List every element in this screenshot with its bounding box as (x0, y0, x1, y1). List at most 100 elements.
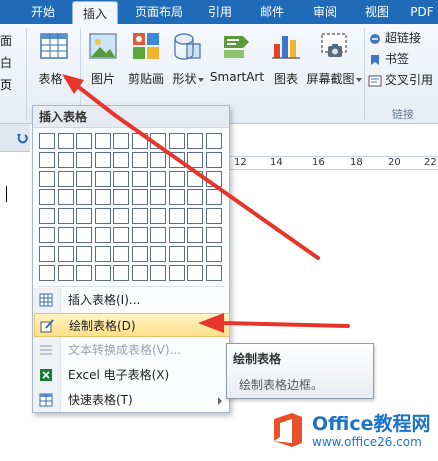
grid-cell[interactable] (168, 227, 185, 243)
tab-page-layout[interactable]: 页面布局 (128, 0, 190, 24)
left-edge-item[interactable]: 面 (0, 30, 20, 52)
grid-cell[interactable] (76, 189, 92, 206)
grid-cell[interactable] (57, 245, 74, 262)
grid-cell[interactable] (39, 189, 55, 206)
grid-cell[interactable] (57, 151, 74, 168)
grid-cell[interactable] (57, 189, 74, 206)
grid-cell[interactable] (131, 245, 148, 262)
grid-cell[interactable] (76, 170, 92, 187)
grid-cell[interactable] (113, 227, 129, 243)
screenshot-button[interactable]: 屏幕截图 (306, 28, 362, 106)
grid-cell[interactable] (150, 208, 166, 225)
grid-cell[interactable] (39, 133, 55, 149)
grid-cell[interactable] (187, 189, 203, 206)
grid-cell[interactable] (113, 189, 129, 206)
grid-cell[interactable] (150, 170, 166, 187)
horizontal-ruler[interactable]: 12 14 16 18 20 22 (230, 156, 438, 170)
grid-cell[interactable] (187, 245, 203, 262)
grid-cell[interactable] (205, 133, 222, 149)
grid-cell[interactable] (57, 208, 74, 225)
grid-cell[interactable] (168, 133, 185, 149)
grid-cell[interactable] (94, 264, 111, 281)
grid-cell[interactable] (150, 189, 166, 206)
cross-reference-button[interactable]: 交叉引用 (368, 70, 438, 91)
grid-cell[interactable] (76, 208, 92, 225)
grid-cell[interactable] (168, 208, 185, 225)
grid-cell[interactable] (150, 245, 166, 262)
grid-cell[interactable] (168, 170, 185, 187)
grid-cell[interactable] (131, 189, 148, 206)
grid-cell[interactable] (57, 133, 74, 149)
left-edge-item[interactable]: 白页 (0, 52, 20, 92)
grid-cell[interactable] (187, 227, 203, 243)
smartart-button[interactable]: SmartArt (208, 28, 266, 106)
bookmark-button[interactable]: 书签 (368, 49, 438, 70)
grid-cell[interactable] (76, 245, 92, 262)
grid-cell[interactable] (94, 227, 111, 243)
grid-cell[interactable] (150, 133, 166, 149)
grid-cell[interactable] (187, 264, 203, 281)
grid-cell[interactable] (94, 189, 111, 206)
table-button[interactable]: 表格 (34, 28, 74, 106)
grid-cell[interactable] (131, 264, 148, 281)
grid-cell[interactable] (205, 245, 222, 262)
shapes-button[interactable]: 形状 (170, 28, 206, 106)
grid-cell[interactable] (39, 170, 55, 187)
grid-cell[interactable] (113, 170, 129, 187)
grid-cell[interactable] (168, 264, 185, 281)
grid-cell[interactable] (57, 227, 74, 243)
grid-cell[interactable] (131, 133, 148, 149)
grid-cell[interactable] (39, 245, 55, 262)
hyperlink-button[interactable]: 超链接 (368, 28, 438, 49)
tab-references[interactable]: 引用 (200, 0, 240, 24)
grid-cell[interactable] (94, 170, 111, 187)
grid-cell[interactable] (187, 151, 203, 168)
undo-icon[interactable] (16, 132, 28, 144)
grid-cell[interactable] (113, 151, 129, 168)
grid-cell[interactable] (94, 133, 111, 149)
grid-cell[interactable] (94, 208, 111, 225)
grid-cell[interactable] (205, 264, 222, 281)
grid-cell[interactable] (131, 151, 148, 168)
picture-button[interactable]: 图片 (86, 28, 120, 106)
grid-cell[interactable] (150, 227, 166, 243)
clipart-button[interactable]: 剪贴画 (124, 28, 168, 106)
grid-cell[interactable] (39, 151, 55, 168)
menu-item-excel-spreadsheet[interactable]: Excel 电子表格(X) (34, 363, 230, 387)
grid-cell[interactable] (57, 264, 74, 281)
grid-cell[interactable] (76, 151, 92, 168)
tab-home[interactable]: 开始 (22, 0, 64, 24)
grid-cell[interactable] (205, 170, 222, 187)
grid-cell[interactable] (39, 264, 55, 281)
grid-cell[interactable] (187, 208, 203, 225)
grid-cell[interactable] (205, 151, 222, 168)
grid-cell[interactable] (205, 227, 222, 243)
grid-cell[interactable] (76, 133, 92, 149)
grid-cell[interactable] (168, 151, 185, 168)
left-edge-item[interactable]: 页 (0, 74, 20, 96)
grid-cell[interactable] (131, 170, 148, 187)
tab-pdf[interactable]: PDF (406, 0, 438, 24)
grid-cell[interactable] (94, 245, 111, 262)
chart-button[interactable]: 图表 (268, 28, 304, 106)
grid-cell[interactable] (57, 170, 74, 187)
grid-cell[interactable] (131, 208, 148, 225)
grid-cell[interactable] (113, 245, 129, 262)
grid-cell[interactable] (76, 264, 92, 281)
grid-cell[interactable] (168, 189, 185, 206)
grid-cell[interactable] (168, 245, 185, 262)
menu-item-draw-table[interactable]: 绘制表格(D) (34, 313, 230, 337)
grid-cell[interactable] (113, 133, 129, 149)
menu-item-insert-table[interactable]: 插入表格(I)... (34, 288, 230, 312)
grid-cell[interactable] (131, 227, 148, 243)
grid-cell[interactable] (150, 264, 166, 281)
grid-cell[interactable] (187, 170, 203, 187)
menu-item-quick-tables[interactable]: 快速表格(T) (34, 388, 230, 412)
tab-view[interactable]: 视图 (356, 0, 398, 24)
grid-cell[interactable] (150, 151, 166, 168)
tab-review[interactable]: 审阅 (304, 0, 346, 24)
grid-cell[interactable] (113, 264, 129, 281)
grid-cell[interactable] (187, 133, 203, 149)
grid-cell[interactable] (205, 189, 222, 206)
grid-cell[interactable] (39, 227, 55, 243)
